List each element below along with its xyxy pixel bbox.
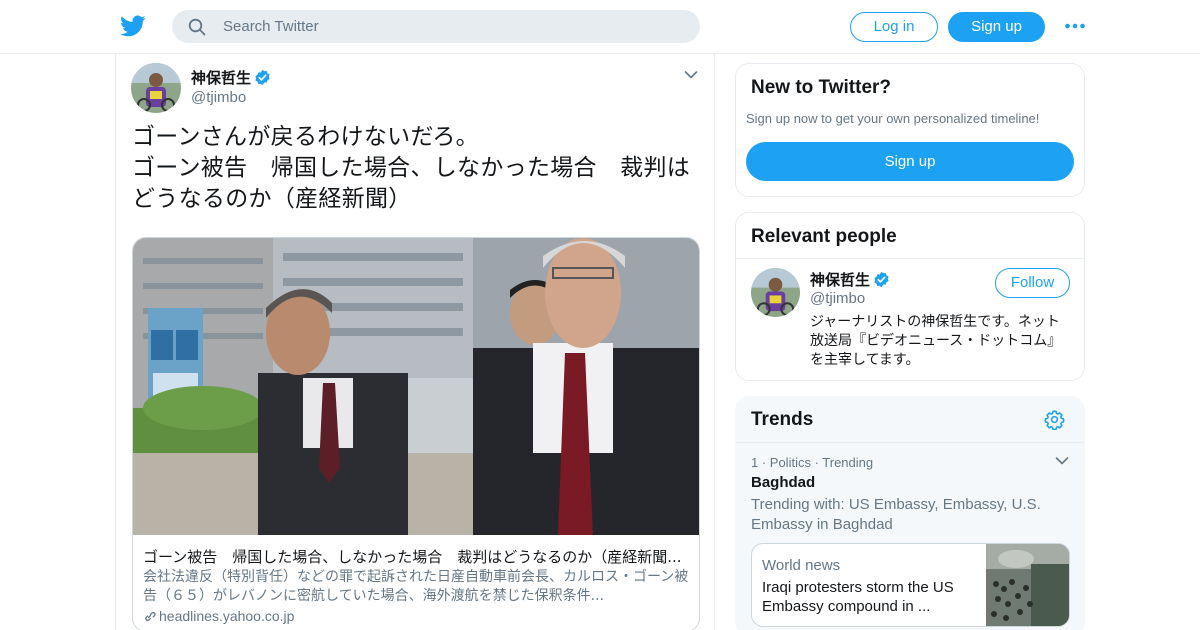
search-placeholder: Search Twitter xyxy=(223,18,319,35)
author-name[interactable]: 神保哲生 xyxy=(191,67,251,88)
verified-badge-icon xyxy=(874,271,889,288)
card-title[interactable]: ゴーン被告 帰国した場合、しなかった場合 裁判はどうなるのか（産経新聞... xyxy=(143,546,691,567)
trend-news-card[interactable]: World news Iraqi protesters storm the US… xyxy=(751,543,1070,627)
search-icon xyxy=(188,18,206,36)
person-avatar[interactable] xyxy=(751,268,800,317)
new-to-twitter-title: New to Twitter? xyxy=(751,77,892,98)
person-handle[interactable]: @tjimbo xyxy=(810,290,865,307)
trends-header: Trends xyxy=(736,397,1084,443)
news-headline: Iraqi protesters storm the US Embassy co… xyxy=(762,579,954,615)
trends-panel: Trends 1 · Politics · Trending Baghdad T… xyxy=(735,396,1085,630)
card-domain[interactable]: headlines.yahoo.co.jp xyxy=(143,608,294,624)
tweet-text-line: どうなるのか（産経新聞） xyxy=(132,186,412,212)
follow-button[interactable]: Follow xyxy=(995,268,1070,298)
relevant-people-header: Relevant people xyxy=(736,213,1084,259)
login-button[interactable]: Log in xyxy=(850,12,938,42)
verified-badge-icon xyxy=(255,69,270,86)
card-image xyxy=(133,238,699,535)
link-preview-card[interactable]: ゴーン被告 帰国した場合、しなかった場合 裁判はどうなるのか（産経新聞... 会… xyxy=(132,237,700,630)
tweet-text: ゴーンさんが戻るわけないだろ。 ゴーン被告 帰国した場合、しなかった場合 裁判は… xyxy=(132,122,702,215)
relevant-people-panel: Relevant people 神保哲生 @tjimbo Follow ジャーナ… xyxy=(735,212,1085,381)
link-icon xyxy=(145,611,156,622)
sidebar-signup-button[interactable]: Sign up xyxy=(746,142,1074,181)
trend-related: Trending with: US Embassy, Embassy, U.S.… xyxy=(751,496,1041,533)
search-input[interactable]: Search Twitter xyxy=(172,10,700,43)
chevron-down-icon[interactable] xyxy=(1055,456,1069,466)
person-bio: ジャーナリストの神保哲生です。ネット放送局『ビデオニュース・ドットコム』を主宰し… xyxy=(810,314,1062,368)
new-to-twitter-subtitle: Sign up now to get your own personalized… xyxy=(746,111,1040,126)
more-dots-icon[interactable] xyxy=(1064,18,1086,34)
author-handle[interactable]: @tjimbo xyxy=(191,89,246,106)
trends-title: Trends xyxy=(751,409,814,430)
relevant-people-title: Relevant people xyxy=(751,226,897,247)
card-description: 会社法違反（特別背任）などの罪で起訴された日産自動車前会長、カルロス・ゴーン被告… xyxy=(143,569,689,604)
tweet-text-line: ゴーン被告 帰国した場合、しなかった場合 裁判は xyxy=(132,155,691,181)
news-thumbnail xyxy=(986,544,1069,626)
trend-name[interactable]: Baghdad xyxy=(751,474,815,491)
tweet-detail: 神保哲生 @tjimbo ゴーンさんが戻るわけないだろ。 ゴーン被告 帰国した場… xyxy=(115,54,715,630)
twitter-bird-icon[interactable] xyxy=(119,13,147,39)
person-name[interactable]: 神保哲生 xyxy=(810,269,870,290)
card-domain-text: headlines.yahoo.co.jp xyxy=(159,608,295,624)
trend-meta: 1 · Politics · Trending xyxy=(751,455,874,470)
chevron-down-icon[interactable] xyxy=(684,70,698,80)
author-avatar[interactable] xyxy=(131,63,181,113)
new-to-twitter-panel: New to Twitter? Sign up now to get your … xyxy=(735,63,1085,197)
signup-button[interactable]: Sign up xyxy=(948,12,1045,42)
tweet-text-line: ゴーンさんが戻るわけないだろ。 xyxy=(132,124,479,150)
top-navigation-bar: Search Twitter Log in Sign up xyxy=(0,0,1200,54)
gear-icon[interactable] xyxy=(1044,409,1065,430)
news-category: World news xyxy=(762,557,841,574)
